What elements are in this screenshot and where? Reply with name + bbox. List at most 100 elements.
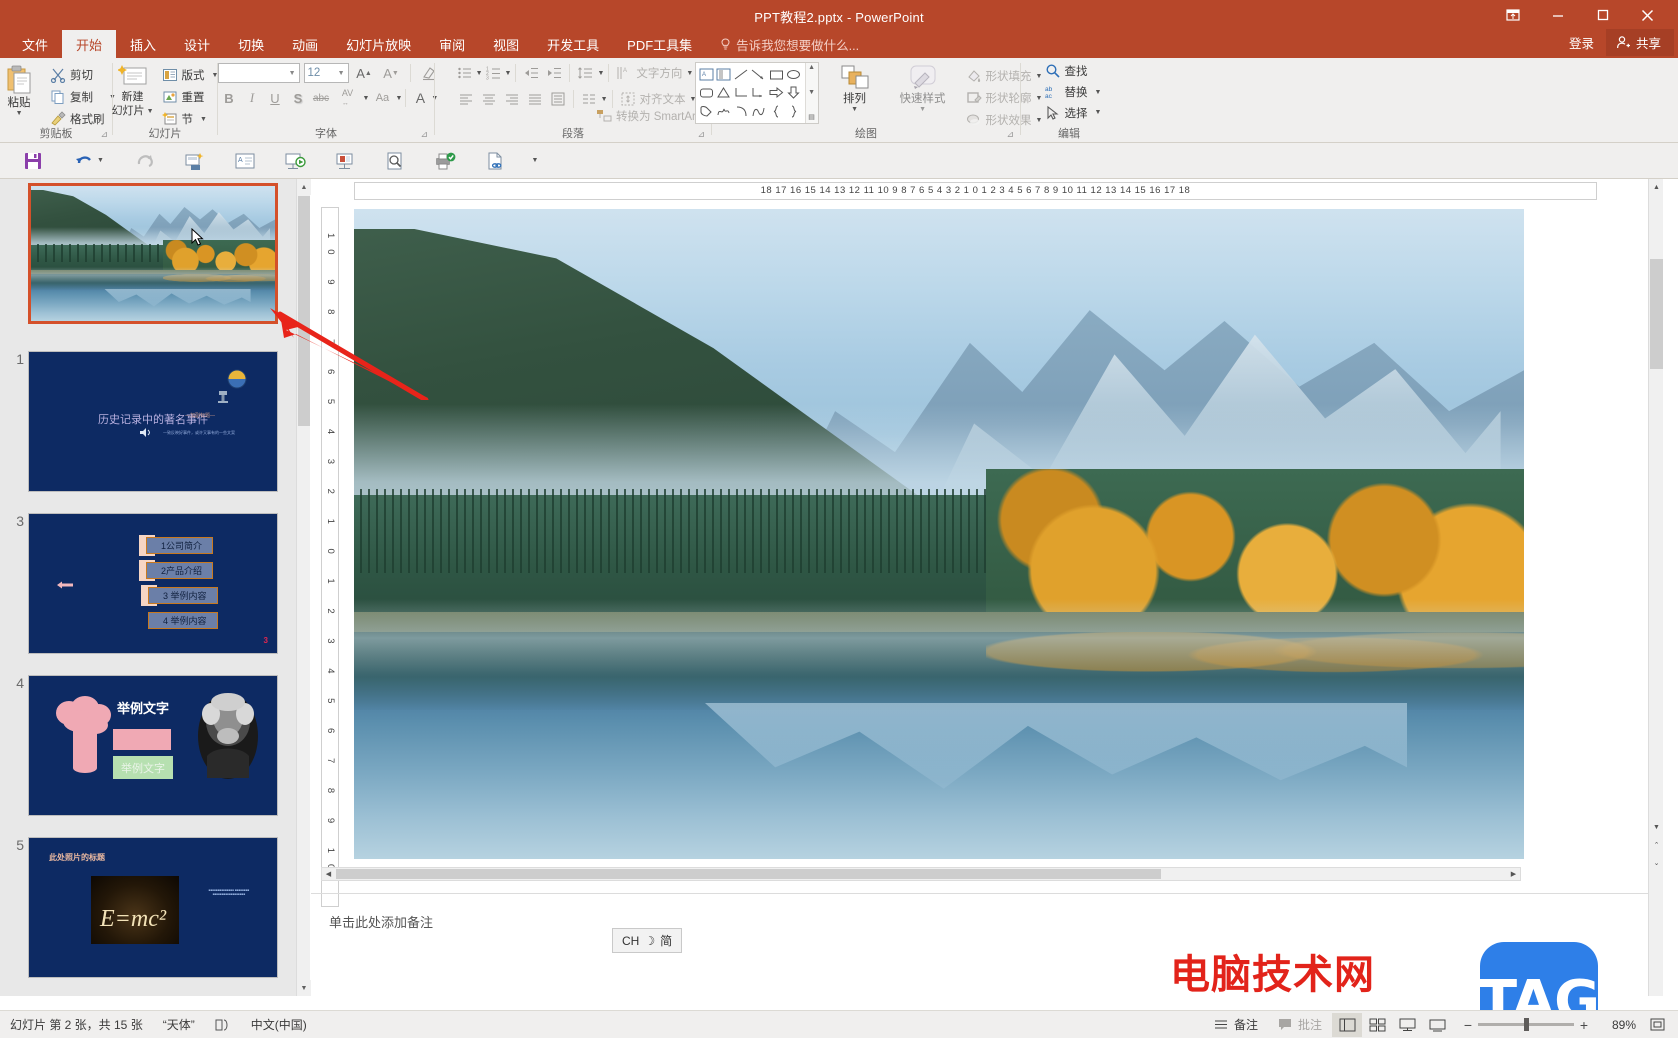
scroll-down-icon[interactable]: ▼ (1649, 819, 1664, 835)
shape-pentagon-icon[interactable] (698, 102, 716, 121)
chevron-down-icon[interactable]: ▼ (200, 116, 207, 123)
vertical-ruler[interactable]: 10 9 8 7 6 5 4 3 2 1 0 1 2 3 4 5 6 7 8 9… (321, 207, 339, 907)
shape-elbow-arrow-icon[interactable] (750, 84, 768, 103)
language-status[interactable]: 中文(中国) (241, 1016, 317, 1033)
scroll-up-icon[interactable]: ▲ (1649, 179, 1664, 195)
accessibility-icon[interactable] (205, 1018, 241, 1032)
chevron-down-icon[interactable]: ▼ (395, 95, 402, 102)
sign-in-button[interactable]: 登录 (1557, 29, 1606, 56)
scroll-down-icon[interactable]: ▼ (297, 980, 311, 996)
shape-arrow-icon[interactable] (750, 65, 768, 84)
scroll-up-icon[interactable]: ▲ (297, 179, 311, 195)
change-case-button[interactable]: Aa (369, 87, 395, 109)
chevron-down-icon[interactable]: ▼ (363, 95, 370, 102)
chevron-down-icon[interactable]: ▼ (1095, 109, 1102, 116)
editor-horizontal-scrollbar[interactable]: ◀ ▶ (321, 867, 1521, 881)
undo-icon[interactable]: ▼ (58, 145, 120, 177)
quick-styles-button[interactable]: 快速样式 ▼ (891, 62, 955, 113)
tab-developer[interactable]: 开发工具 (533, 30, 613, 58)
shape-elbow-connector-icon[interactable] (733, 84, 751, 103)
slide-canvas[interactable] (354, 209, 1524, 859)
tab-review[interactable]: 审阅 (425, 30, 479, 58)
slide-sorter-view-button[interactable] (1362, 1013, 1392, 1037)
shape-textbox-icon[interactable]: A (698, 65, 716, 84)
underline-button[interactable]: U (264, 87, 287, 109)
shape-right-brace-icon[interactable] (785, 102, 803, 121)
zoom-track[interactable] (1478, 1018, 1574, 1031)
align-center-button[interactable] (478, 88, 500, 110)
chevron-down-icon[interactable]: ▼ (16, 110, 23, 117)
slideshow-icon[interactable] (270, 145, 320, 177)
editor-vertical-scrollbar[interactable]: ▲ ▼ ⌃ ⌄ (1648, 179, 1663, 996)
chevron-down-icon[interactable]: ▼ (97, 157, 104, 164)
fit-to-window-icon[interactable] (1642, 1013, 1672, 1037)
comments-button[interactable]: 批注 (1268, 1016, 1332, 1033)
scroll-right-icon[interactable]: ▶ (1507, 868, 1520, 880)
shape-vertical-textbox-icon[interactable] (715, 65, 733, 84)
close-icon[interactable] (1625, 2, 1670, 28)
scroll-down-icon[interactable]: ▼ (808, 89, 815, 97)
ribbon-display-options-icon[interactable] (1490, 2, 1535, 28)
reading-view-button[interactable] (1392, 1013, 1422, 1037)
minimize-icon[interactable] (1535, 2, 1580, 28)
new-slide-button[interactable]: 新建 幻灯片 ▼ (109, 62, 157, 118)
text-shadow-button[interactable]: S (287, 87, 310, 109)
tab-transitions[interactable]: 切换 (224, 30, 278, 58)
shape-arc-icon[interactable] (733, 102, 751, 121)
tab-insert[interactable]: 插入 (116, 30, 170, 58)
chevron-down-icon[interactable]: ▼ (601, 96, 608, 103)
save-icon[interactable] (8, 145, 58, 177)
scroll-thumb[interactable] (1650, 259, 1663, 369)
horizontal-ruler[interactable]: 18 17 16 15 14 13 12 11 10 9 8 7 6 5 4 3… (354, 182, 1597, 200)
qat-customize-icon[interactable]: ▼ (520, 145, 550, 177)
tab-home[interactable]: 开始 (62, 30, 117, 58)
chevron-down-icon[interactable]: ▼ (919, 106, 926, 113)
clipboard-dialog-launcher[interactable]: ⊿ (100, 129, 108, 140)
notes-toggle-button[interactable]: 备注 (1204, 1016, 1268, 1033)
align-left-button[interactable] (455, 88, 477, 110)
scroll-left-icon[interactable]: ◀ (322, 868, 335, 880)
align-right-button[interactable] (501, 88, 523, 110)
tab-pdf-tools[interactable]: PDF工具集 (613, 30, 706, 58)
shape-curve-icon[interactable] (750, 102, 768, 121)
zoom-out-button[interactable]: − (1458, 1017, 1478, 1033)
replace-button[interactable]: ab ac 替换 ▼ (1042, 83, 1105, 102)
share-button[interactable]: 共享 (1605, 29, 1674, 56)
chevron-down-icon[interactable]: ▼ (505, 70, 512, 77)
ime-indicator[interactable]: CH ☽ 简 (612, 928, 683, 953)
justify-button[interactable] (524, 88, 546, 110)
shape-rounded-rect-icon[interactable] (698, 84, 716, 103)
shape-ellipse-icon[interactable] (785, 65, 803, 84)
zoom-in-button[interactable]: + (1574, 1017, 1594, 1033)
maximize-icon[interactable] (1580, 2, 1625, 28)
shape-line-icon[interactable] (733, 65, 751, 84)
scroll-thumb[interactable] (298, 196, 310, 426)
tab-design[interactable]: 设计 (170, 30, 224, 58)
present-icon[interactable] (320, 145, 370, 177)
font-name-input[interactable]: ▼ (217, 63, 300, 83)
increase-indent-button[interactable] (543, 62, 565, 84)
shape-triangle-icon[interactable] (715, 84, 733, 103)
tab-slideshow[interactable]: 幻灯片放映 (332, 30, 425, 58)
thumbnail-slide-4[interactable]: 举例文字 举例文字 (28, 675, 278, 816)
increase-font-size-button[interactable]: A ▲ (353, 62, 376, 84)
print-check-icon[interactable] (420, 145, 470, 177)
shape-down-arrow-icon[interactable] (785, 84, 803, 103)
select-button[interactable]: 选择 ▼ (1042, 103, 1105, 122)
start-from-beginning-icon[interactable] (170, 145, 220, 177)
thumbnail-scrollbar[interactable]: ▲ ▼ (296, 179, 311, 996)
shape-right-arrow-icon[interactable] (768, 84, 786, 103)
scroll-up-icon[interactable]: ▲ (808, 64, 815, 72)
font-color-button[interactable]: A (409, 87, 431, 109)
font-dialog-launcher[interactable]: ⊿ (420, 129, 428, 140)
text-direction-button[interactable]: A 文字方向 ▼ (613, 62, 696, 84)
zoom-percent[interactable]: 89% (1600, 1018, 1642, 1032)
decrease-indent-button[interactable] (520, 62, 542, 84)
shapes-gallery-scrollbar[interactable]: ▲ ▼ ▤ (804, 63, 818, 123)
export-link-icon[interactable] (470, 145, 520, 177)
next-slide-button[interactable]: ⌄ (1649, 855, 1664, 871)
shape-left-brace-icon[interactable] (768, 102, 786, 121)
print-preview-icon[interactable] (370, 145, 420, 177)
chevron-down-icon[interactable]: ▼ (338, 70, 345, 77)
chevron-down-icon[interactable]: ▼ (851, 106, 858, 113)
